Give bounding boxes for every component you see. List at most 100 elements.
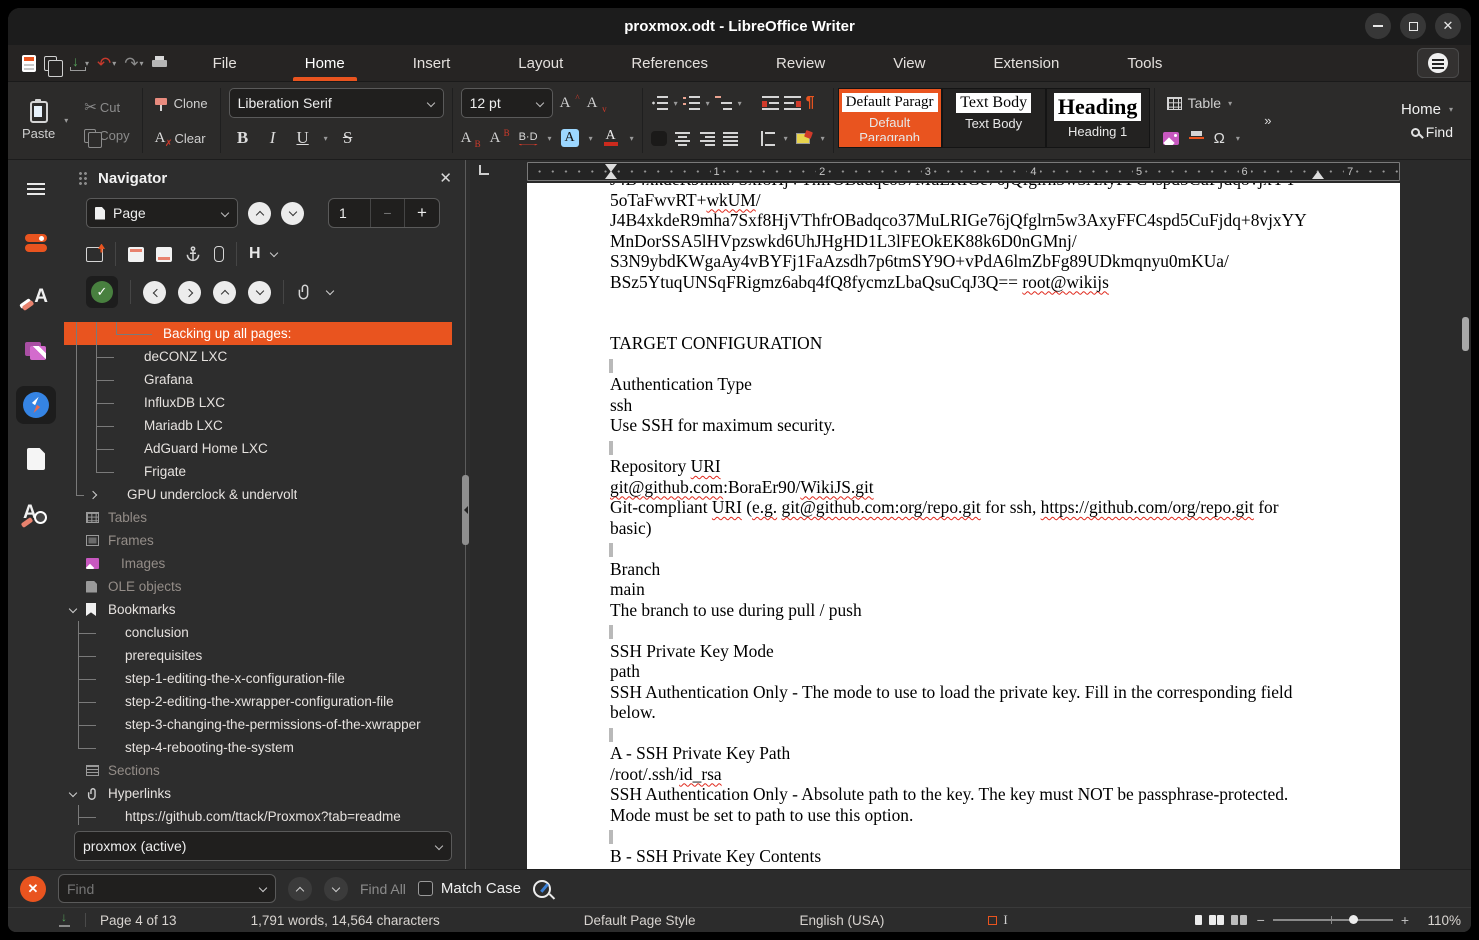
zoom-out-button[interactable]: − (1257, 912, 1265, 928)
paragraph-background-dropdown[interactable]: ▾ (821, 134, 825, 143)
tree-item[interactable]: Bookmarks (64, 598, 462, 621)
find-close-button[interactable]: ✕ (20, 876, 46, 902)
content-navigation-toggle[interactable]: ✓ (86, 276, 118, 308)
tree-item[interactable]: Frigate (64, 460, 462, 483)
formatting-marks-button[interactable]: ¶ (806, 94, 815, 112)
font-color-button[interactable]: A (602, 129, 620, 147)
shrink-font-button[interactable]: Av (587, 95, 607, 112)
numbered-list-dropdown[interactable]: ▾ (706, 99, 710, 108)
text-language[interactable]: English (USA) (710, 908, 899, 932)
paste-dropdown[interactable]: ▾ (64, 116, 68, 125)
style-heading-1[interactable]: Heading Heading 1 (1046, 88, 1150, 148)
tab-layout[interactable]: Layout (484, 45, 597, 81)
character-spacing-button[interactable]: B·D (519, 131, 538, 146)
tree-item[interactable]: GPU underclock & undervolt (64, 483, 462, 506)
tree-item[interactable]: step-2-editing-the-xwrapper-configuratio… (64, 690, 462, 713)
bullet-list-button[interactable] (651, 96, 668, 110)
tree-item[interactable]: Images (64, 552, 462, 575)
sidebar-menu-button[interactable] (16, 170, 56, 208)
tree-item[interactable]: step-3-changing-the-permissions-of-the-x… (64, 713, 462, 736)
page-decrement-button[interactable]: − (371, 199, 405, 227)
document-content[interactable]: J4B4xkdeR9mha7Sxf8HjVThfrOBadqco37MuLRIG… (527, 183, 1400, 869)
match-case-option[interactable]: Match Case (418, 880, 521, 897)
page-info[interactable]: Page 4 of 13 (86, 908, 191, 932)
increase-indent-button[interactable] (762, 96, 779, 110)
tab-extension[interactable]: Extension (959, 45, 1093, 81)
paperclip-icon[interactable] (296, 283, 314, 301)
document-switcher[interactable]: proxmox (active) (74, 831, 452, 861)
maximize-button[interactable] (1400, 13, 1426, 39)
tree-item[interactable]: Grafana (64, 368, 462, 391)
tree-item[interactable]: deCONZ LXC (64, 345, 462, 368)
insert-image-button[interactable] (1163, 132, 1179, 145)
find-next-button[interactable] (324, 877, 348, 901)
copy-icon[interactable]: ▾ (42, 51, 64, 75)
insert-page-break-button[interactable] (1189, 131, 1204, 145)
page-style[interactable]: Default Page Style (454, 908, 710, 932)
font-name-combo[interactable]: Liberation Serif (229, 88, 444, 118)
tree-item[interactable]: Hyperlinks (64, 782, 462, 805)
tree-item[interactable]: Frames (64, 529, 462, 552)
tab-view[interactable]: View (859, 45, 959, 81)
superscript-button[interactable]: AB (490, 130, 510, 147)
align-justify-button[interactable] (723, 131, 739, 146)
special-character-dropdown[interactable]: ▾ (1236, 134, 1240, 143)
match-case-checkbox[interactable] (418, 881, 433, 896)
single-page-view-icon[interactable] (1195, 915, 1202, 925)
zoom-slider-thumb[interactable] (1349, 915, 1358, 924)
align-right-button[interactable] (699, 131, 715, 146)
undo-icon[interactable]: ↶▾ (95, 51, 118, 75)
grow-font-button[interactable]: A^ (560, 95, 580, 112)
anchor-icon[interactable] (184, 245, 202, 263)
document-page[interactable]: J4B4xkdeR9mha7Sxf8HjVThfrOBadqco37MuLRIG… (527, 183, 1400, 869)
sidebar-style-inspector-button[interactable]: A (16, 494, 56, 532)
align-center-button[interactable] (675, 131, 691, 146)
outline-list-button[interactable] (715, 96, 732, 110)
find-previous-button[interactable] (288, 877, 312, 901)
print-icon[interactable] (150, 51, 169, 75)
table-dropdown[interactable]: ▾ (1228, 99, 1232, 108)
tab-references[interactable]: References (597, 45, 742, 81)
word-count[interactable]: 1,791 words, 14,564 characters (191, 908, 454, 932)
minimize-button[interactable] (1365, 13, 1391, 39)
sidebar-styles-button[interactable]: A (16, 278, 56, 316)
style-default-paragraph[interactable]: Default Paragr Default Paragraph (838, 88, 942, 148)
find-all-button[interactable]: Find All (360, 881, 406, 897)
zoom-level[interactable]: 110% (1419, 913, 1461, 928)
page-number-value[interactable]: 1 (329, 199, 371, 227)
tree-item[interactable]: AdGuard Home LXC (64, 437, 462, 460)
redo-icon[interactable]: ↷▾ (122, 51, 145, 75)
next-page-button[interactable] (281, 202, 304, 225)
line-spacing-dropdown[interactable]: ▾ (784, 134, 788, 143)
outline-list-dropdown[interactable]: ▾ (738, 99, 742, 108)
tree-item[interactable]: step-4-rebooting-the-system (64, 736, 462, 759)
underline-button[interactable]: U (293, 128, 313, 148)
find-input[interactable] (67, 881, 253, 897)
vertical-scrollbar[interactable] (1457, 160, 1471, 869)
italic-button[interactable]: I (263, 128, 283, 148)
horizontal-ruler[interactable]: 1234567 (527, 162, 1400, 181)
navigate-by-combo[interactable]: Page (86, 198, 238, 228)
tree-item[interactable]: OLE objects (64, 575, 462, 598)
toolbar-mode-dropdown[interactable]: Home ▾ (1401, 101, 1453, 118)
find-and-replace-icon[interactable] (533, 880, 551, 898)
chevron-down-icon[interactable] (259, 885, 267, 893)
header-icon[interactable] (128, 247, 144, 262)
zoom-in-button[interactable]: + (1401, 912, 1409, 928)
bold-button[interactable]: B (233, 128, 253, 148)
footer-icon[interactable] (156, 247, 172, 262)
subscript-button[interactable]: AB (461, 130, 481, 147)
underline-dropdown[interactable]: ▾ (324, 134, 328, 143)
paragraph-background-button[interactable] (796, 131, 812, 146)
toolbar-overflow-button[interactable]: » (1256, 109, 1280, 133)
tab-stop-selector-icon[interactable] (479, 165, 489, 175)
save-icon[interactable]: ▾ (68, 51, 91, 75)
line-spacing-button[interactable] (759, 131, 775, 146)
heading-levels-button[interactable]: H (249, 245, 278, 263)
tab-insert[interactable]: Insert (379, 45, 485, 81)
tab-home[interactable]: Home (271, 45, 379, 81)
tree-item[interactable]: Mariadb LXC (64, 414, 462, 437)
reminder-icon[interactable] (214, 246, 224, 262)
panel-splitter[interactable] (462, 160, 470, 869)
bullet-list-dropdown[interactable]: ▾ (674, 99, 678, 108)
